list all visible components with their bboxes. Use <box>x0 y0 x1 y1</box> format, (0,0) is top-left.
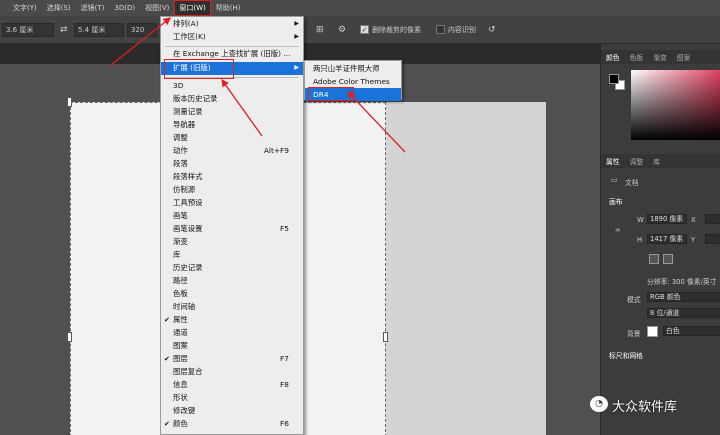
portrait-orientation-icon[interactable] <box>649 254 659 264</box>
properties-panel-tabs: 属性 调整 库 <box>601 154 720 168</box>
delete-cropped-label: 删除裁剪的像素 <box>372 26 421 34</box>
landscape-orientation-icon[interactable] <box>663 254 673 264</box>
foreground-color-swatch[interactable] <box>609 74 619 84</box>
menu-item-swatches[interactable]: 色板 <box>161 288 303 301</box>
menu-item-paragraph-styles[interactable]: 段落样式 <box>161 171 303 184</box>
menu-item-version-history[interactable]: 版本历史记录 <box>161 93 303 106</box>
menu-item-layers[interactable]: ✔ 图层 F7 <box>161 353 303 366</box>
menu-window[interactable]: 窗口(W) <box>174 0 211 16</box>
color-picker-field[interactable] <box>631 70 720 140</box>
menu-item-info[interactable]: 信息 F8 <box>161 379 303 392</box>
canvas-section-header: 画布 <box>609 198 623 206</box>
mode-select[interactable]: RGB 颜色 <box>647 292 720 302</box>
wechat-icon: ◔ <box>590 396 608 412</box>
menu-item-libraries[interactable]: 库 <box>161 249 303 262</box>
tab-libraries[interactable]: 库 <box>648 156 665 166</box>
canvas-height-field[interactable]: 1417 像素 <box>647 234 687 244</box>
menu-item-color[interactable]: ✔ 颜色 F6 <box>161 418 303 431</box>
color-panel-tabs: 颜色 色板 渐变 图案 <box>601 50 720 64</box>
tab-patterns[interactable]: 图案 <box>672 52 696 62</box>
doc-label: 文档 <box>625 179 639 187</box>
content-aware-label: 内容识别 <box>448 26 476 34</box>
menu-item-shapes[interactable]: 形状 <box>161 392 303 405</box>
annotation-box-dr4 <box>308 87 354 101</box>
menu-item-paragraph[interactable]: 段落 <box>161 158 303 171</box>
menu-view[interactable]: 视图(V) <box>140 0 174 16</box>
delete-cropped-checkbox[interactable]: ✓ <box>360 25 369 34</box>
menu-help[interactable]: 帮助(H) <box>211 0 246 16</box>
reset-icon[interactable]: ↺ <box>488 23 496 37</box>
canvas-width-field[interactable]: 1890 像素 <box>647 214 687 224</box>
height-field[interactable]: 5.4 厘米 <box>74 23 124 37</box>
background-select[interactable]: 白色 <box>663 326 720 336</box>
menu-item-paths[interactable]: 路径 <box>161 275 303 288</box>
crop-handle-left[interactable] <box>67 332 72 342</box>
menu-item-patterns[interactable]: 图案 <box>161 340 303 353</box>
content-aware-checkbox[interactable] <box>436 25 445 34</box>
height-label: H <box>637 236 643 244</box>
background-label: 背景 <box>627 330 641 338</box>
menu-item-brushes[interactable]: 画笔 <box>161 210 303 223</box>
menu-item-3d[interactable]: 3D <box>161 80 303 93</box>
crop-handle-right[interactable] <box>383 332 388 342</box>
options-bar: 3.6 厘米 ⇄ 5.4 厘米 320 ⊞ ⚙ ✓ 删除裁剪的像素 内容识别 ↺ <box>0 16 720 44</box>
menu-item-layer-comps[interactable]: 图层复合 <box>161 366 303 379</box>
y-label: Y <box>691 236 696 244</box>
tab-adjustments[interactable]: 调整 <box>625 156 649 166</box>
menu-item-measurement-log[interactable]: 测量记录 <box>161 106 303 119</box>
menu-item-brush-settings[interactable]: 画笔设置 F5 <box>161 223 303 236</box>
submenu-item-id-photo[interactable]: 两只山羊证件照大师 <box>305 62 401 75</box>
swap-icon[interactable]: ⇄ <box>60 23 68 37</box>
menu-bar: 文字(Y) 选择(S) 滤镜(T) 3D(D) 视图(V) 窗口(W) 帮助(H… <box>0 0 720 16</box>
resolution-text: 分辨率: 300 像素/英寸 <box>647 278 717 286</box>
canvas-gray-region <box>386 102 546 435</box>
width-label: W <box>637 216 644 224</box>
menu-item-properties[interactable]: ✔ 属性 <box>161 314 303 327</box>
tab-gradients[interactable]: 渐变 <box>648 52 672 62</box>
menu-item-arrange[interactable]: 排列(A) ▶ <box>161 18 303 31</box>
tab-color[interactable]: 颜色 <box>601 52 625 62</box>
mode-label: 模式 <box>627 296 641 304</box>
depth-select[interactable]: 8 位/通道 <box>647 308 720 318</box>
menu-item-tool-presets[interactable]: 工具预设 <box>161 197 303 210</box>
menu-item-clone-source[interactable]: 仿制源 <box>161 184 303 197</box>
right-panel-column: 颜色 色板 渐变 图案 属性 调整 库 ▭ 文档 画布 W 1890 像素 X … <box>600 44 720 435</box>
menu-3d[interactable]: 3D(D) <box>109 0 140 16</box>
menu-filter[interactable]: 滤镜(T) <box>76 0 110 16</box>
resolution-field[interactable]: 320 <box>127 23 157 37</box>
check-icon: ✔ <box>164 316 170 324</box>
menu-item-channels[interactable]: 通道 <box>161 327 303 340</box>
menu-item-modifier-keys[interactable]: 修改键 <box>161 405 303 418</box>
canvas-x-field[interactable] <box>705 214 720 224</box>
menu-item-adjustments[interactable]: 调整 <box>161 132 303 145</box>
menu-item-workspace[interactable]: 工作区(K) ▶ <box>161 31 303 44</box>
tab-properties[interactable]: 属性 <box>601 156 625 166</box>
document-icon: ▭ <box>611 176 618 184</box>
tab-swatches[interactable]: 色板 <box>625 52 649 62</box>
menu-item-timeline[interactable]: 时间轴 <box>161 301 303 314</box>
menu-item-history[interactable]: 历史记录 <box>161 262 303 275</box>
canvas-y-field[interactable] <box>705 234 720 244</box>
check-icon: ✔ <box>164 355 170 363</box>
gear-icon[interactable]: ⚙ <box>338 23 346 37</box>
menu-select[interactable]: 选择(S) <box>42 0 76 16</box>
menu-separator <box>165 46 299 47</box>
crop-handle-top-left[interactable] <box>67 97 72 107</box>
menu-item-actions[interactable]: 动作 Alt+F9 <box>161 145 303 158</box>
watermark: 大众软件库 <box>612 400 678 415</box>
menu-item-gradients[interactable]: 渐变 <box>161 236 303 249</box>
annotation-box-extensions <box>164 59 234 79</box>
menu-item-navigator[interactable]: 导航器 <box>161 119 303 132</box>
link-icon[interactable]: ∞ <box>615 226 621 234</box>
background-fill-swatch[interactable] <box>647 326 658 337</box>
menu-type[interactable]: 文字(Y) <box>8 0 42 16</box>
rulers-grids-header: 标尺和网格 <box>609 352 643 360</box>
grid-overlay-icon[interactable]: ⊞ <box>316 23 324 37</box>
width-field[interactable]: 3.6 厘米 <box>2 23 54 37</box>
check-icon: ✔ <box>164 420 170 428</box>
x-label: X <box>691 216 696 224</box>
